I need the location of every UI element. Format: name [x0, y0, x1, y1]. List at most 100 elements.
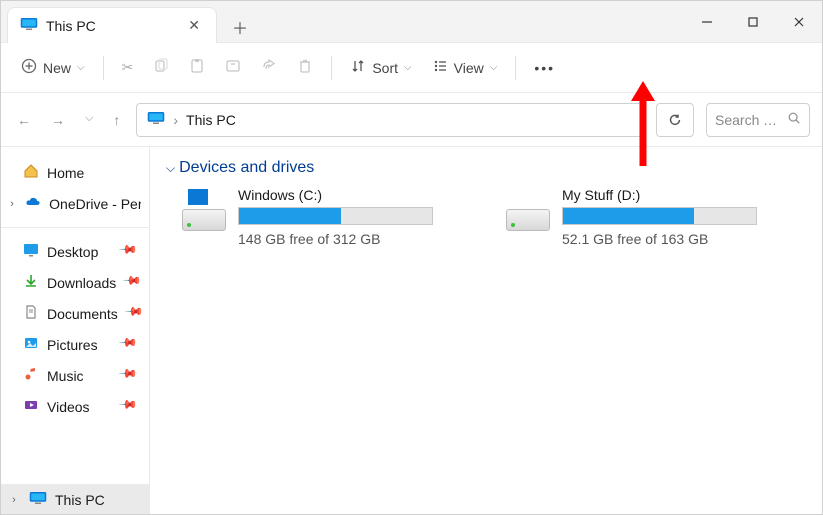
new-label: New	[43, 60, 71, 76]
tab-title: This PC	[46, 18, 96, 34]
sidebar-item-label: Music	[47, 368, 84, 384]
new-tab-button[interactable]: ＋	[223, 11, 257, 42]
sidebar-item-this-pc[interactable]: › This PC	[1, 485, 149, 514]
drive-usage-bar	[562, 207, 757, 225]
sidebar-item-label: Videos	[47, 399, 90, 415]
sidebar-item-videos[interactable]: Videos 📌	[1, 391, 149, 422]
share-button[interactable]	[253, 52, 285, 83]
drive-icon	[506, 187, 550, 231]
pin-icon: 📌	[122, 270, 147, 295]
pin-icon: 📌	[124, 301, 149, 326]
video-icon	[23, 397, 39, 416]
sort-icon	[350, 58, 366, 77]
up-button[interactable]: ↑	[109, 108, 124, 132]
music-icon	[23, 366, 39, 385]
maximize-button[interactable]	[730, 1, 776, 42]
sort-button[interactable]: Sort ⌵	[342, 52, 419, 83]
share-icon	[261, 58, 277, 77]
sidebar-item-label: This PC	[55, 492, 105, 508]
drive-item[interactable]: My Stuff (D:) 52.1 GB free of 163 GB	[506, 187, 806, 247]
sidebar-item-label: Pictures	[47, 337, 98, 353]
search-input[interactable]: Search This PC	[706, 103, 810, 137]
title-bar: This PC ✕ ＋	[1, 1, 822, 43]
address-bar[interactable]: › This PC	[136, 103, 644, 137]
back-button[interactable]: ←	[13, 108, 35, 132]
search-placeholder: Search This PC	[715, 112, 783, 128]
view-label: View	[454, 60, 484, 76]
separator	[515, 56, 516, 80]
download-icon	[23, 273, 39, 292]
separator	[331, 56, 332, 80]
content-pane: ⌵ Devices and drives Windows (C:) 148 GB…	[150, 147, 822, 514]
close-window-button[interactable]	[776, 1, 822, 42]
sidebar-item-label: OneDrive - Personal	[49, 196, 141, 212]
nav-buttons: ← → ⌵ ↑	[13, 108, 124, 132]
sidebar-item-onedrive[interactable]: › OneDrive - Personal	[1, 188, 149, 219]
cut-button[interactable]: ✂	[114, 53, 142, 82]
pictures-icon	[23, 335, 39, 354]
sidebar-item-label: Home	[47, 165, 84, 181]
chevron-down-icon: ⌵	[404, 62, 412, 73]
trash-icon	[297, 58, 313, 77]
document-icon	[23, 304, 39, 323]
pc-icon	[20, 17, 38, 34]
view-button[interactable]: View ⌵	[424, 52, 506, 83]
minimize-button[interactable]	[684, 1, 730, 42]
section-header[interactable]: ⌵ Devices and drives	[166, 159, 806, 177]
rename-icon	[225, 58, 241, 77]
sidebar-item-downloads[interactable]: Downloads 📌	[1, 267, 149, 298]
chevron-down-icon[interactable]: ⌵	[81, 108, 97, 132]
sidebar-item-music[interactable]: Music 📌	[1, 360, 149, 391]
nav-bar: ← → ⌵ ↑ › This PC Search This PC	[1, 93, 822, 147]
command-bar: New ⌵ ✂ Sort ⌵	[1, 43, 822, 93]
sort-label: Sort	[372, 60, 398, 76]
sidebar-item-label: Documents	[47, 306, 118, 322]
drive-icon	[182, 187, 226, 231]
sidebar-item-label: Downloads	[47, 275, 116, 291]
delete-button[interactable]	[289, 52, 321, 83]
pin-icon: 📌	[118, 332, 143, 357]
search-icon	[787, 111, 801, 128]
chevron-down-icon: ⌵	[490, 62, 498, 73]
chevron-right-icon[interactable]: ›	[7, 198, 17, 210]
copy-icon	[153, 58, 169, 77]
drive-name: Windows (C:)	[238, 187, 482, 203]
new-button[interactable]: New ⌵	[13, 52, 93, 83]
sidebar-item-documents[interactable]: Documents 📌	[1, 298, 149, 329]
pc-icon	[147, 111, 165, 128]
pc-icon	[29, 491, 47, 508]
refresh-button[interactable]	[656, 103, 694, 137]
sidebar-item-desktop[interactable]: Desktop 📌	[1, 236, 149, 267]
copy-button[interactable]	[145, 52, 177, 83]
pin-icon: 📌	[118, 394, 143, 419]
separator	[103, 56, 104, 80]
new-icon	[21, 58, 37, 77]
rename-button[interactable]	[217, 52, 249, 83]
sidebar-item-label: Desktop	[47, 244, 98, 260]
drive-usage-bar	[238, 207, 433, 225]
ellipsis-icon: •••	[534, 60, 555, 76]
home-icon	[23, 163, 39, 182]
window-controls	[684, 1, 822, 42]
tab-this-pc[interactable]: This PC ✕	[7, 7, 217, 43]
chevron-right-icon[interactable]: ›	[7, 494, 21, 506]
sidebar-item-home[interactable]: Home	[1, 157, 149, 188]
breadcrumb[interactable]: This PC	[186, 112, 236, 128]
close-tab-icon[interactable]: ✕	[182, 17, 206, 34]
navigation-pane: Home › OneDrive - Personal Desktop 📌 Dow…	[1, 147, 150, 514]
drive-item[interactable]: Windows (C:) 148 GB free of 312 GB	[182, 187, 482, 247]
drive-free-text: 52.1 GB free of 163 GB	[562, 231, 806, 247]
pin-icon: 📌	[118, 363, 143, 388]
chevron-right-icon[interactable]: ›	[173, 112, 178, 128]
desktop-icon	[23, 242, 39, 261]
more-button[interactable]: •••	[526, 54, 563, 82]
chevron-down-icon[interactable]: ⌵	[166, 161, 175, 176]
section-title: Devices and drives	[179, 159, 314, 177]
chevron-down-icon: ⌵	[77, 62, 85, 73]
paste-button[interactable]	[181, 52, 213, 83]
drive-name: My Stuff (D:)	[562, 187, 806, 203]
pin-icon: 📌	[118, 239, 143, 264]
forward-button[interactable]: →	[47, 108, 69, 132]
sidebar-item-pictures[interactable]: Pictures 📌	[1, 329, 149, 360]
cloud-icon	[25, 194, 41, 213]
